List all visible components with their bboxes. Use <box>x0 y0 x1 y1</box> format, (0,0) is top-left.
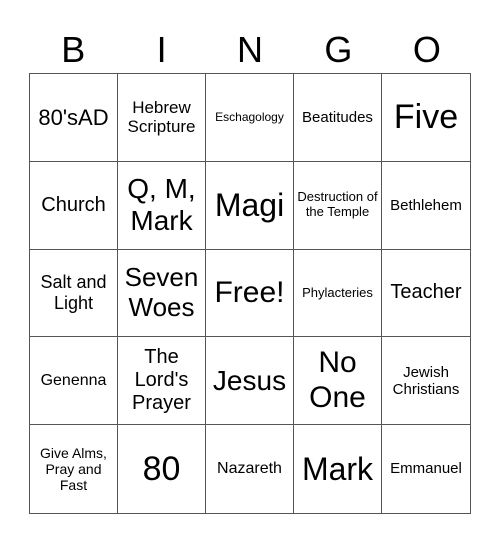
bingo-cell[interactable]: Genenna <box>30 337 118 426</box>
bingo-cell[interactable]: Mark <box>294 425 382 513</box>
bingo-cell[interactable]: Salt and Light <box>30 249 118 338</box>
bingo-cell[interactable]: No One <box>294 337 382 426</box>
bingo-cell[interactable]: Five <box>382 74 470 162</box>
bingo-card-grid: 80'sAD Hebrew Scripture Eschagology Beat… <box>29 73 471 514</box>
header-letter-i: I <box>156 29 167 70</box>
bingo-cell[interactable]: Nazareth <box>206 425 294 513</box>
bingo-cell[interactable]: Bethlehem <box>382 162 470 250</box>
header-letter-g: G <box>324 29 353 70</box>
bingo-cell[interactable]: Emmanuel <box>382 425 470 513</box>
bingo-cell[interactable]: Church <box>30 161 118 250</box>
header-letter-o: O <box>412 29 441 70</box>
bingo-cell[interactable]: Give Alms, Pray and Fast <box>30 425 118 513</box>
bingo-cell[interactable]: Magi <box>206 161 294 250</box>
bingo-cell[interactable]: Jesus <box>206 337 294 426</box>
bingo-cell[interactable]: The Lord's Prayer <box>118 337 206 426</box>
bingo-cell[interactable]: Hebrew Scripture <box>118 74 206 162</box>
header-letter-n: N <box>237 29 264 70</box>
bingo-header: B I N G O <box>29 30 471 70</box>
bingo-cell[interactable]: Phylacteries <box>294 249 382 338</box>
bingo-cell[interactable]: Beatitudes <box>294 74 382 162</box>
bingo-cell[interactable]: Destruction of the Temple <box>294 161 382 250</box>
bingo-cell[interactable]: Q, M, Mark <box>118 161 206 250</box>
free-space-cell[interactable]: Free! <box>206 249 294 338</box>
bingo-cell[interactable]: Teacher <box>382 250 470 338</box>
bingo-cell[interactable]: 80 <box>118 425 206 513</box>
bingo-cell[interactable]: 80'sAD <box>30 74 118 162</box>
header-letter-b: B <box>61 29 86 70</box>
bingo-cell[interactable]: Eschagology <box>206 74 294 162</box>
bingo-cell[interactable]: Seven Woes <box>118 249 206 338</box>
bingo-cell[interactable]: Jewish Christians <box>382 337 470 426</box>
